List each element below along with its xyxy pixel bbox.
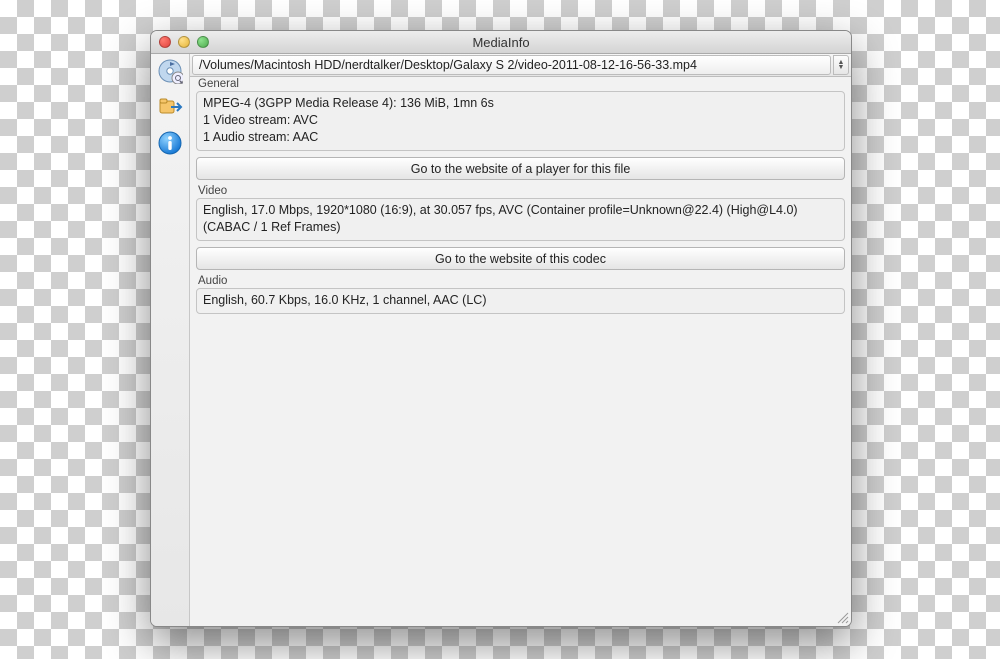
main-panel: /Volumes/Macintosh HDD/nerdtalker/Deskto… xyxy=(190,54,851,626)
minimize-button[interactable] xyxy=(178,36,190,48)
audio-line-1: English, 60.7 Kbps, 16.0 KHz, 1 channel,… xyxy=(203,292,838,309)
video-section: English, 17.0 Mbps, 1920*1080 (16:9), at… xyxy=(196,198,845,241)
general-line-2: 1 Video stream: AVC xyxy=(203,112,838,129)
window-controls xyxy=(159,36,209,48)
mediainfo-window: MediaInfo xyxy=(150,30,852,627)
content-row: /Volumes/Macintosh HDD/nerdtalker/Deskto… xyxy=(151,54,851,626)
general-line-1: MPEG-4 (3GPP Media Release 4): 136 MiB, … xyxy=(203,95,838,112)
export-icon[interactable] xyxy=(155,92,185,122)
audio-section: English, 60.7 Kbps, 16.0 KHz, 1 channel,… xyxy=(196,288,845,314)
general-line-3: 1 Audio stream: AAC xyxy=(203,129,838,146)
video-section-label: Video xyxy=(190,184,851,198)
resize-handle[interactable] xyxy=(835,610,849,624)
sidebar xyxy=(151,54,190,626)
file-path-dropdown[interactable]: ▲ ▼ xyxy=(833,55,849,75)
general-section-label: General xyxy=(190,77,851,91)
window-title: MediaInfo xyxy=(151,35,851,50)
window-body: /Volumes/Macintosh HDD/nerdtalker/Deskto… xyxy=(151,54,851,626)
zoom-button[interactable] xyxy=(197,36,209,48)
chevron-down-icon: ▼ xyxy=(838,65,845,70)
close-button[interactable] xyxy=(159,36,171,48)
general-section: MPEG-4 (3GPP Media Release 4): 136 MiB, … xyxy=(196,91,845,151)
transparency-background: MediaInfo xyxy=(0,0,1000,659)
media-note-icon[interactable] xyxy=(155,56,185,86)
titlebar: MediaInfo xyxy=(151,31,851,54)
file-path-bar: /Volumes/Macintosh HDD/nerdtalker/Deskto… xyxy=(190,54,851,77)
audio-section-label: Audio xyxy=(190,274,851,288)
video-line-1: English, 17.0 Mbps, 1920*1080 (16:9), at… xyxy=(203,202,838,236)
info-icon[interactable] xyxy=(155,128,185,158)
codec-website-button[interactable]: Go to the website of this codec xyxy=(196,247,845,270)
file-path-field[interactable]: /Volumes/Macintosh HDD/nerdtalker/Deskto… xyxy=(192,55,831,75)
player-website-button[interactable]: Go to the website of a player for this f… xyxy=(196,157,845,180)
